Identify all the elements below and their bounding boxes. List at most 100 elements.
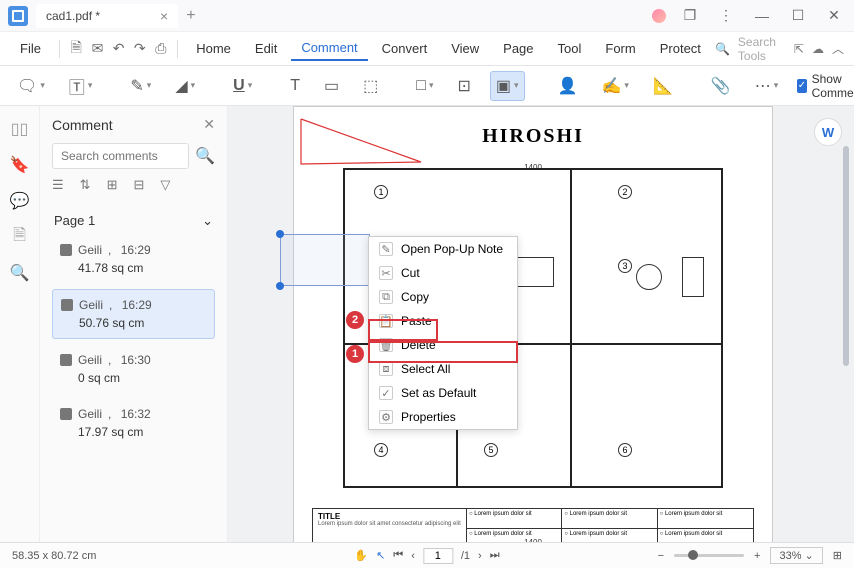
scrollbar-thumb[interactable] — [843, 146, 849, 366]
search-icon[interactable]: 🔍 — [715, 42, 730, 56]
maximize-button[interactable]: ☐ — [786, 4, 810, 28]
next-page-icon[interactable]: › — [478, 550, 482, 562]
comment-item[interactable]: Geili, 16:32 17.97 sq cm — [52, 399, 215, 447]
search-tools-label[interactable]: Search Tools — [738, 35, 776, 63]
selection-handle[interactable] — [276, 282, 284, 290]
search-icon[interactable]: 🔍 — [195, 146, 215, 166]
selection-box[interactable] — [280, 234, 370, 286]
tab-add-button[interactable]: + — [186, 7, 195, 25]
menu-edit[interactable]: Edit — [245, 37, 287, 60]
tab-title: cad1.pdf * — [46, 9, 100, 23]
area-tool[interactable]: ▣▾ — [490, 71, 525, 101]
page-number-input[interactable] — [423, 548, 453, 564]
show-comment-label: Show Comment — [812, 72, 854, 100]
more-icon[interactable]: ⋮ — [714, 4, 738, 28]
menu-convert[interactable]: Convert — [372, 37, 438, 60]
eraser-tool[interactable]: ◢▾ — [170, 72, 200, 100]
cloud-icon[interactable]: ☁ — [812, 42, 824, 56]
zoom-out-icon[interactable]: − — [658, 550, 664, 562]
undo-icon[interactable]: ↶ — [110, 38, 127, 60]
area-annotation-icon — [60, 244, 72, 256]
sort-icon[interactable]: ⇅ — [80, 177, 91, 193]
mail-icon[interactable]: ✉ — [89, 38, 106, 60]
last-page-icon[interactable]: ⏭ — [490, 549, 500, 562]
more-tool[interactable]: ⋯▾ — [750, 72, 784, 100]
ctx-properties[interactable]: ⚙Properties — [369, 405, 517, 429]
note-tool[interactable]: 🗨▾ — [12, 72, 50, 100]
ctx-cut[interactable]: ✂Cut — [369, 261, 517, 285]
comment-sidebar: Comment ✕ 🔍 ☰ ⇅ ⊞ ⊟ ▽ Page 1 ⌄ Geili, 16… — [40, 106, 228, 542]
filter-icon[interactable]: ▽ — [160, 177, 170, 193]
save-icon[interactable]: 🗎 — [68, 38, 85, 60]
callout-2: 2 — [346, 311, 364, 329]
shape-tool[interactable]: □▾ — [411, 73, 438, 99]
hand-tool-icon[interactable]: ✋ — [354, 549, 368, 562]
menu-view[interactable]: View — [441, 37, 489, 60]
ctx-paste[interactable]: 📋Paste — [369, 309, 517, 333]
prev-page-icon[interactable]: ‹ — [411, 550, 415, 562]
page-header[interactable]: Page 1 ⌄ — [52, 207, 215, 235]
collapse-ribbon-icon[interactable]: ︿ — [832, 40, 844, 57]
fit-page-icon[interactable]: ⊞ — [833, 549, 842, 562]
share-icon[interactable]: ⇱ — [794, 42, 804, 56]
text-tool[interactable]: 🅃▾ — [64, 70, 98, 102]
attach-tool[interactable]: 📎 — [706, 72, 736, 100]
word-badge-icon[interactable]: W — [814, 118, 842, 146]
comment-panel-icon[interactable]: 💬 — [11, 192, 29, 210]
show-comment-toggle[interactable]: ✓ Show Comment — [797, 72, 854, 100]
menu-page[interactable]: Page — [493, 37, 543, 60]
print-icon[interactable]: ⎙ — [152, 38, 169, 60]
stamp-tool[interactable]: ⊡ — [453, 72, 476, 100]
bookmark-icon[interactable]: 🔖 — [11, 156, 29, 174]
ctx-open-note[interactable]: ✎Open Pop-Up Note — [369, 237, 517, 261]
copy-window-icon[interactable]: ❐ — [678, 4, 702, 28]
textbox-tool[interactable]: ▭ — [319, 72, 344, 100]
measure-tool[interactable]: 📐 — [648, 72, 678, 100]
document-tab[interactable]: cad1.pdf * × — [36, 4, 178, 28]
tab-close-icon[interactable]: × — [160, 8, 168, 24]
page-dimensions: 58.35 x 80.72 cm — [12, 550, 96, 562]
select-tool-icon[interactable]: ↖ — [376, 549, 385, 562]
pencil-tool[interactable]: ✎▾ — [125, 72, 156, 100]
underline-tool[interactable]: U▾ — [228, 73, 257, 99]
menu-tool[interactable]: Tool — [548, 37, 592, 60]
collapse-icon[interactable]: ⊟ — [133, 177, 144, 193]
search-comments-input[interactable] — [52, 143, 189, 169]
comment-item[interactable]: Geili, 16:30 0 sq cm — [52, 345, 215, 393]
comment-item[interactable]: Geili, 16:29 41.78 sq cm — [52, 235, 215, 283]
first-page-icon[interactable]: ⏮ — [393, 549, 403, 562]
menu-comment[interactable]: Comment — [291, 36, 367, 61]
checkbox-icon: ✓ — [797, 79, 806, 93]
document-canvas[interactable]: HIROSHI 1400 1 2 3 4 5 6 1400 — [228, 106, 854, 542]
ctx-select-all[interactable]: ⧈Select All — [369, 357, 517, 381]
zoom-in-icon[interactable]: + — [754, 550, 760, 562]
sidebar-close-icon[interactable]: ✕ — [203, 116, 215, 133]
expand-icon[interactable]: ⊞ — [107, 177, 118, 193]
sign-tool[interactable]: ✍▾ — [596, 72, 633, 100]
menu-home[interactable]: Home — [186, 37, 241, 60]
menu-file[interactable]: File — [10, 37, 51, 60]
area-annotation-icon — [60, 354, 72, 366]
zoom-level[interactable]: 33% ⌄ — [770, 547, 822, 564]
typewriter-tool[interactable]: T — [285, 73, 305, 99]
selection-handle[interactable] — [276, 230, 284, 238]
callout-tool[interactable]: ⬚ — [358, 72, 383, 100]
list-view-icon[interactable]: ☰ — [52, 177, 64, 193]
thumbnails-icon[interactable]: ▯▯ — [11, 120, 29, 138]
zoom-slider[interactable] — [674, 554, 744, 557]
attachment-panel-icon[interactable]: 🗎 — [11, 228, 29, 246]
menubar: File 🗎 ✉ ↶ ↷ ⎙ Home Edit Comment Convert… — [0, 32, 854, 66]
search-panel-icon[interactable]: 🔍 — [11, 264, 29, 282]
ctx-copy[interactable]: ⧉Copy — [369, 285, 517, 309]
menu-form[interactable]: Form — [595, 37, 645, 60]
ctx-delete[interactable]: 🗑Delete — [369, 333, 517, 357]
redo-icon[interactable]: ↷ — [131, 38, 148, 60]
stamp-icon[interactable]: 👤 — [553, 72, 583, 100]
ctx-set-default[interactable]: ✓Set as Default — [369, 381, 517, 405]
minimize-button[interactable]: — — [750, 4, 774, 28]
comment-item-selected[interactable]: Geili, 16:29 50.76 sq cm — [52, 289, 215, 339]
area-annotation-icon — [60, 408, 72, 420]
callout-1: 1 — [346, 345, 364, 363]
menu-protect[interactable]: Protect — [650, 37, 711, 60]
close-button[interactable]: ✕ — [822, 4, 846, 28]
